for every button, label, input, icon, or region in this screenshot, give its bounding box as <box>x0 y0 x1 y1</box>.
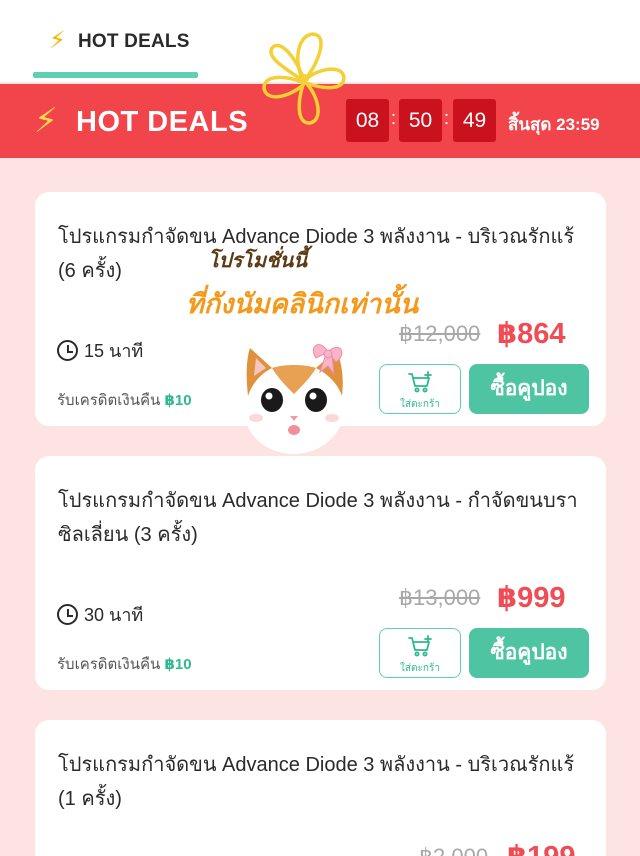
deal-name: โปรแกรมกำจัดขน Advance Diode 3 พลังงาน -… <box>58 754 575 810</box>
timer-separator: : <box>444 108 450 128</box>
duration-text: 15 นาที <box>84 341 144 361</box>
cart-plus-icon <box>408 635 432 657</box>
sale-price: ฿199 <box>507 839 576 856</box>
timer-separator: : <box>391 108 397 128</box>
tab-label: HOT DEALS <box>78 31 190 52</box>
deal-name: โปรแกรมกำจัดขน Advance Diode 3 พลังงาน -… <box>58 226 575 282</box>
cashback-label: รับเครดิตเงินคืน <box>57 392 161 409</box>
tab-hot-deals[interactable]: ⚡ HOT DEALS <box>33 0 198 82</box>
cashback-label: รับเครดิตเงินคืน <box>57 656 161 673</box>
add-to-cart-button[interactable]: ใส่ตะกร้า <box>379 628 461 678</box>
ends-at-label: สิ้นสุด 23:59 <box>508 115 600 134</box>
deal-card[interactable]: โปรแกรมกำจัดขน Advance Diode 3 พลังงาน -… <box>35 720 606 856</box>
timer-minutes: 50 <box>399 99 442 142</box>
buy-coupon-button[interactable]: ซื้อคูปอง <box>469 628 589 678</box>
cat-sticker-icon <box>240 339 348 455</box>
clock-icon <box>57 340 78 361</box>
deal-card[interactable]: โปรแกรมกำจัดขน Advance Diode 3 พลังงาน -… <box>35 456 606 690</box>
cashback-value: ฿10 <box>164 392 192 409</box>
lightning-icon: ⚡ <box>49 27 66 54</box>
banner-title: HOT DEALS <box>76 106 249 138</box>
timer-hours: 08 <box>346 99 389 142</box>
add-to-cart-button[interactable]: ใส่ตะกร้า <box>379 364 461 414</box>
sale-price: ฿999 <box>497 582 566 614</box>
deal-name: โปรแกรมกำจัดขน Advance Diode 3 พลังงาน -… <box>58 490 578 546</box>
active-tab-indicator <box>33 72 198 78</box>
deal-duration: 30 นาที <box>57 600 143 629</box>
duration-text: 30 นาที <box>84 605 144 625</box>
flower-doodle-icon <box>262 32 346 125</box>
cashback-info: รับเครดิตเงินคืน ฿10 <box>57 388 192 412</box>
sale-price: ฿864 <box>497 318 566 350</box>
promo-note-line2: ที่กังนัมคลินิกเท่านั้น <box>186 289 419 320</box>
promo-note-line1: โปรโมชั่นนี้ <box>208 248 308 272</box>
original-price: ฿2,000 <box>419 844 488 856</box>
cashback-info: รับเครดิตเงินคืน ฿10 <box>57 652 192 676</box>
cashback-value: ฿10 <box>164 656 192 673</box>
original-price: ฿13,000 <box>399 585 481 610</box>
cart-button-label: ใส่ตะกร้า <box>400 663 440 674</box>
cart-plus-icon <box>408 371 432 393</box>
cart-button-label: ใส่ตะกร้า <box>400 399 440 410</box>
buy-coupon-button[interactable]: ซื้อคูปอง <box>469 364 589 414</box>
lightning-icon: ⚡ <box>34 102 58 140</box>
timer-seconds: 49 <box>453 99 496 142</box>
clock-icon <box>57 604 78 625</box>
deal-duration: 15 นาที <box>57 336 143 365</box>
